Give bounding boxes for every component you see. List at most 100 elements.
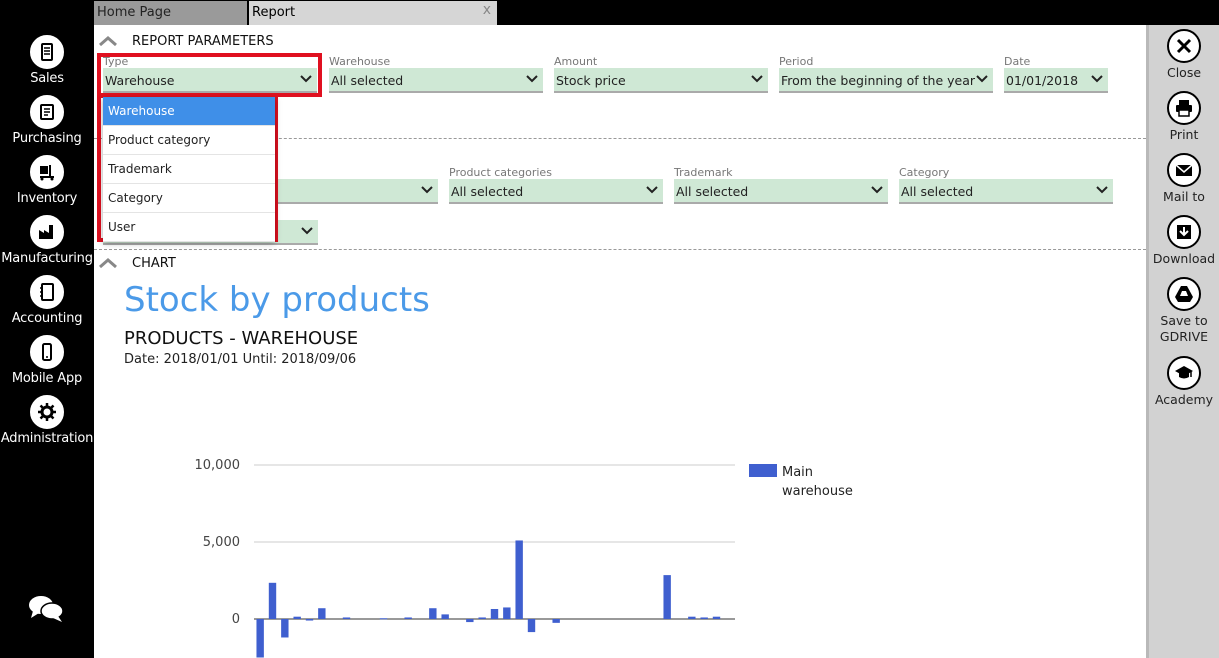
warehouse-select[interactable]: All selected (329, 68, 543, 93)
toolbar-label: Save to GDRIVE (1159, 313, 1209, 344)
chevron-down-icon (421, 186, 433, 194)
toolbar-label: Mail to (1163, 189, 1205, 204)
mobile-icon (30, 335, 64, 369)
toolbar-label: Academy (1154, 392, 1214, 407)
nav-label: Manufacturing (1, 251, 93, 266)
select-value: Stock price (556, 73, 626, 88)
chart-bar (268, 582, 277, 619)
warehouse-field: Warehouse All selected (329, 55, 543, 93)
nav-label: Sales (30, 71, 64, 86)
close-icon (1167, 29, 1201, 63)
chart-bar (429, 608, 437, 619)
chevron-down-icon (1091, 75, 1103, 83)
nav-item-mobile-app[interactable]: Mobile App (0, 335, 94, 386)
field-label: Date (1004, 55, 1031, 68)
save-to-gdrive-button[interactable]: Save to GDRIVE (1149, 277, 1219, 345)
academy-icon (1167, 356, 1201, 390)
period-field: Period From the beginning of the year (779, 55, 993, 93)
chart-bar (404, 617, 412, 619)
report-parameters-header[interactable]: REPORT PARAMETERS (94, 31, 274, 51)
select-value: All selected (901, 184, 974, 199)
purchasing-icon (30, 95, 64, 129)
category-select[interactable]: All selected (899, 179, 1113, 204)
dropdown-option-category[interactable]: Category (103, 184, 275, 213)
chevron-down-icon (1096, 186, 1108, 194)
period-select[interactable]: From the beginning of the year (779, 68, 993, 93)
amount-select[interactable]: Stock price (554, 68, 768, 93)
chart-bar (515, 540, 523, 619)
manufacturing-icon (30, 215, 64, 249)
dropdown-option-warehouse[interactable]: Warehouse (103, 97, 275, 126)
chevron-up-icon[interactable] (97, 256, 119, 270)
chevron-down-icon (526, 75, 538, 83)
left-navigation: Sales Purchasing Inventory Manufacturing… (0, 0, 94, 658)
close-button[interactable]: Close (1149, 29, 1219, 81)
academy-button[interactable]: Academy (1149, 356, 1219, 408)
nav-label: Inventory (16, 191, 78, 206)
trademark-field: Trademark All selected (674, 166, 888, 204)
chart-bar (256, 619, 264, 658)
download-button[interactable]: Download (1149, 215, 1219, 267)
chevron-down-icon (751, 75, 763, 83)
nav-item-manufacturing[interactable]: Manufacturing (0, 215, 94, 266)
section-title: REPORT PARAMETERS (132, 33, 274, 49)
nav-item-administration[interactable]: Administration (0, 395, 94, 446)
chat-icon[interactable] (27, 594, 65, 624)
tab-home-page[interactable]: Home Page (94, 1, 247, 25)
product-categories-field: Product categories All selected (449, 166, 663, 204)
chart-bar (490, 608, 499, 619)
chevron-down-icon (871, 186, 883, 194)
chart-bar (663, 575, 671, 619)
nav-label: Accounting (11, 311, 83, 326)
chart-bar (478, 617, 486, 619)
select-value: 01/01/2018 (1006, 73, 1079, 88)
tab-report[interactable]: Report x (249, 1, 497, 25)
chart-bar (318, 608, 326, 619)
nav-item-accounting[interactable]: Accounting (0, 275, 94, 326)
toolbar-label: Print (1169, 127, 1199, 142)
dropdown-option-user[interactable]: User (103, 213, 275, 242)
close-tab-icon[interactable]: x (483, 2, 491, 18)
field-label: Trademark (674, 166, 733, 179)
nav-label: Mobile App (11, 371, 83, 386)
section-divider (94, 249, 1146, 250)
product-categories-select[interactable]: All selected (449, 179, 663, 204)
gdrive-icon (1167, 277, 1201, 311)
type-field-highlight (97, 53, 322, 97)
type-dropdown-menu: Warehouse Product category Trademark Cat… (103, 97, 275, 242)
chart-subtitle: PRODUCTS - WAREHOUSE (124, 328, 359, 349)
chart-bar (688, 616, 696, 619)
dropdown-option-trademark[interactable]: Trademark (103, 155, 275, 184)
date-select[interactable]: 01/01/2018 (1004, 68, 1108, 93)
chart-bar (379, 618, 388, 620)
select-value: All selected (451, 184, 524, 199)
stock-bar-chart: 10,000 5,000 0 Main warehouse (195, 458, 853, 658)
nav-label: Administration (0, 431, 94, 446)
mail-to-button[interactable]: Mail to (1149, 153, 1219, 205)
chevron-up-icon[interactable] (97, 34, 119, 48)
date-field: Date 01/01/2018 (1004, 55, 1108, 93)
right-toolbar: Close Print Mail to Download Save to GDR… (1146, 25, 1219, 658)
select-value: All selected (331, 73, 404, 88)
toolbar-label: Close (1166, 65, 1202, 80)
dropdown-option-product-category[interactable]: Product category (103, 126, 275, 155)
field-label: Period (779, 55, 814, 68)
nav-item-purchasing[interactable]: Purchasing (0, 95, 94, 146)
section-title: CHART (132, 255, 176, 271)
inventory-icon (30, 155, 64, 189)
app-window: Sales Purchasing Inventory Manufacturing… (0, 0, 1219, 658)
field-label: Amount (554, 55, 598, 68)
tab-bar: Home Page Report x (94, 0, 1219, 25)
field-label: Warehouse (329, 55, 391, 68)
print-button[interactable]: Print (1149, 91, 1219, 143)
chart-section-header[interactable]: CHART (94, 253, 176, 273)
nav-label: Purchasing (12, 131, 82, 146)
nav-item-inventory[interactable]: Inventory (0, 155, 94, 206)
chart-bar (305, 619, 314, 621)
download-icon (1167, 215, 1201, 249)
chart-bar (441, 614, 449, 619)
chart-bar (552, 619, 560, 623)
chart-bar (293, 616, 301, 619)
nav-item-sales[interactable]: Sales (0, 35, 94, 86)
trademark-select[interactable]: All selected (674, 179, 888, 204)
